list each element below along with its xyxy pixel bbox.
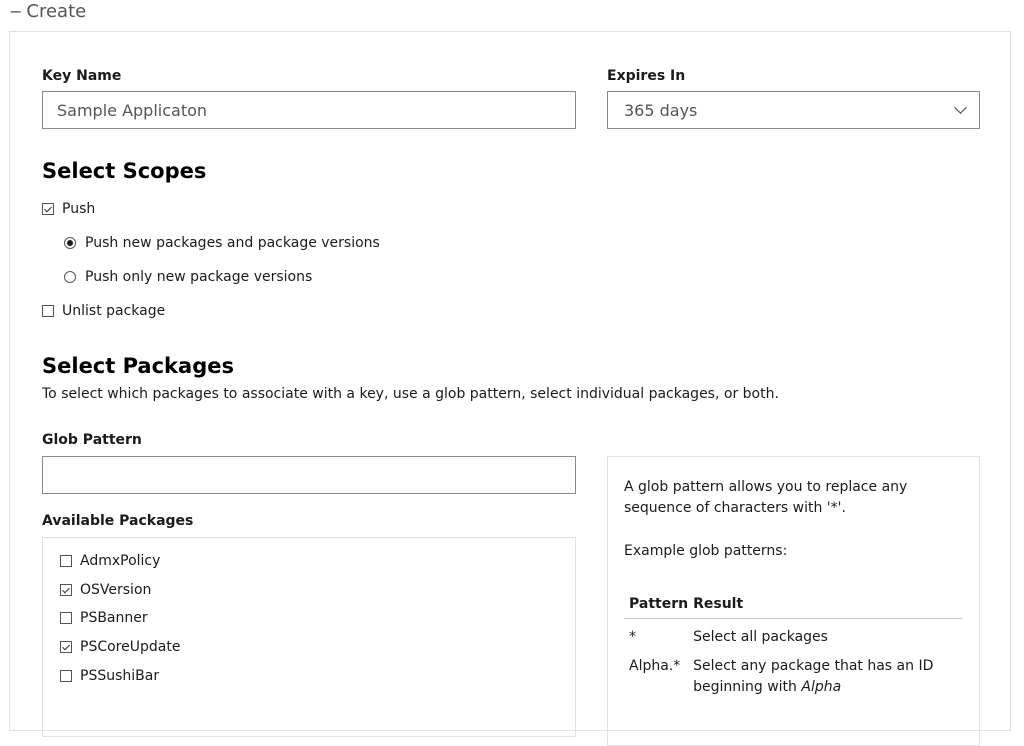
unlist-label: Unlist package [62, 303, 166, 319]
push-checkbox-row[interactable]: Push [42, 201, 95, 217]
package-checkbox[interactable] [60, 641, 72, 653]
push-option-label: Push new packages and package versions [85, 235, 380, 251]
available-packages-label: Available Packages [42, 513, 194, 529]
checkmark-icon [44, 204, 52, 212]
package-name: AdmxPolicy [80, 553, 161, 569]
key-name-label: Key Name [42, 68, 122, 84]
result-column-header: Result [688, 596, 962, 619]
key-name-input[interactable] [42, 91, 576, 129]
push-option-new-packages[interactable]: Push new packages and package versions [64, 235, 380, 251]
table-header-row: Pattern Result [624, 596, 962, 619]
checkmark-icon [62, 585, 70, 593]
checkmark-icon [62, 642, 70, 650]
package-item-psbanner[interactable]: PSBanner [60, 610, 148, 626]
pattern-cell: Alpha.* [629, 658, 681, 674]
section-title: Create [26, 1, 87, 22]
package-checkbox[interactable] [60, 612, 72, 624]
glob-help-intro: A glob pattern allows you to replace any… [624, 479, 908, 516]
push-option-label: Push only new package versions [85, 269, 313, 285]
package-name: PSBanner [80, 610, 148, 626]
select-packages-heading: Select Packages [42, 354, 234, 378]
glob-pattern-label: Glob Pattern [42, 432, 142, 448]
select-packages-description: To select which packages to associate wi… [42, 386, 779, 402]
pattern-column-header: Pattern [624, 596, 689, 619]
glob-help-examples-label: Example glob patterns: [624, 543, 788, 559]
chevron-down-icon [954, 101, 967, 114]
collapse-icon: − [9, 2, 23, 21]
push-new-packages-radio[interactable] [64, 237, 76, 249]
result-cell: Select any package that has an ID beginn… [688, 648, 962, 698]
result-cell: Select all packages [688, 619, 962, 649]
radio-selected-dot [67, 240, 73, 246]
available-packages-list: AdmxPolicy OSVersion PSBanner PSCoreUpda… [42, 537, 576, 737]
expires-in-value: 365 days [624, 100, 698, 120]
select-scopes-heading: Select Scopes [42, 159, 207, 183]
package-item-osversion[interactable]: OSVersion [60, 582, 151, 598]
result-text: Select all packages [693, 629, 828, 645]
expires-in-label: Expires In [607, 68, 686, 84]
push-new-versions-radio[interactable] [64, 271, 76, 283]
glob-examples-table: Pattern Result * Select all packages Alp… [624, 596, 962, 698]
package-item-pscoreupdate[interactable]: PSCoreUpdate [60, 639, 180, 655]
unlist-checkbox[interactable] [42, 305, 54, 317]
push-option-new-versions[interactable]: Push only new package versions [64, 269, 312, 285]
package-name: OSVersion [80, 582, 152, 598]
package-name: PSCoreUpdate [80, 639, 181, 655]
package-item-admxpolicy[interactable]: AdmxPolicy [60, 553, 160, 569]
pattern-cell: * [629, 629, 636, 645]
result-emphasis: Alpha [801, 679, 842, 695]
package-checkbox[interactable] [60, 584, 72, 596]
push-label: Push [62, 201, 96, 217]
package-checkbox[interactable] [60, 555, 72, 567]
table-row: Alpha.* Select any package that has an I… [624, 648, 962, 698]
unlist-checkbox-row[interactable]: Unlist package [42, 303, 165, 319]
push-checkbox[interactable] [42, 203, 54, 215]
package-checkbox[interactable] [60, 670, 72, 682]
expires-in-select[interactable]: 365 days [607, 91, 980, 129]
glob-help-box: A glob pattern allows you to replace any… [607, 456, 980, 746]
table-row: * Select all packages [624, 619, 962, 649]
package-item-pssushibar[interactable]: PSSushiBar [60, 668, 159, 684]
create-section-toggle[interactable]: − Create [9, 1, 86, 22]
package-name: PSSushiBar [80, 668, 160, 684]
glob-pattern-input[interactable] [42, 456, 576, 494]
create-panel: Key Name Expires In 365 days Select Scop… [9, 31, 1011, 746]
